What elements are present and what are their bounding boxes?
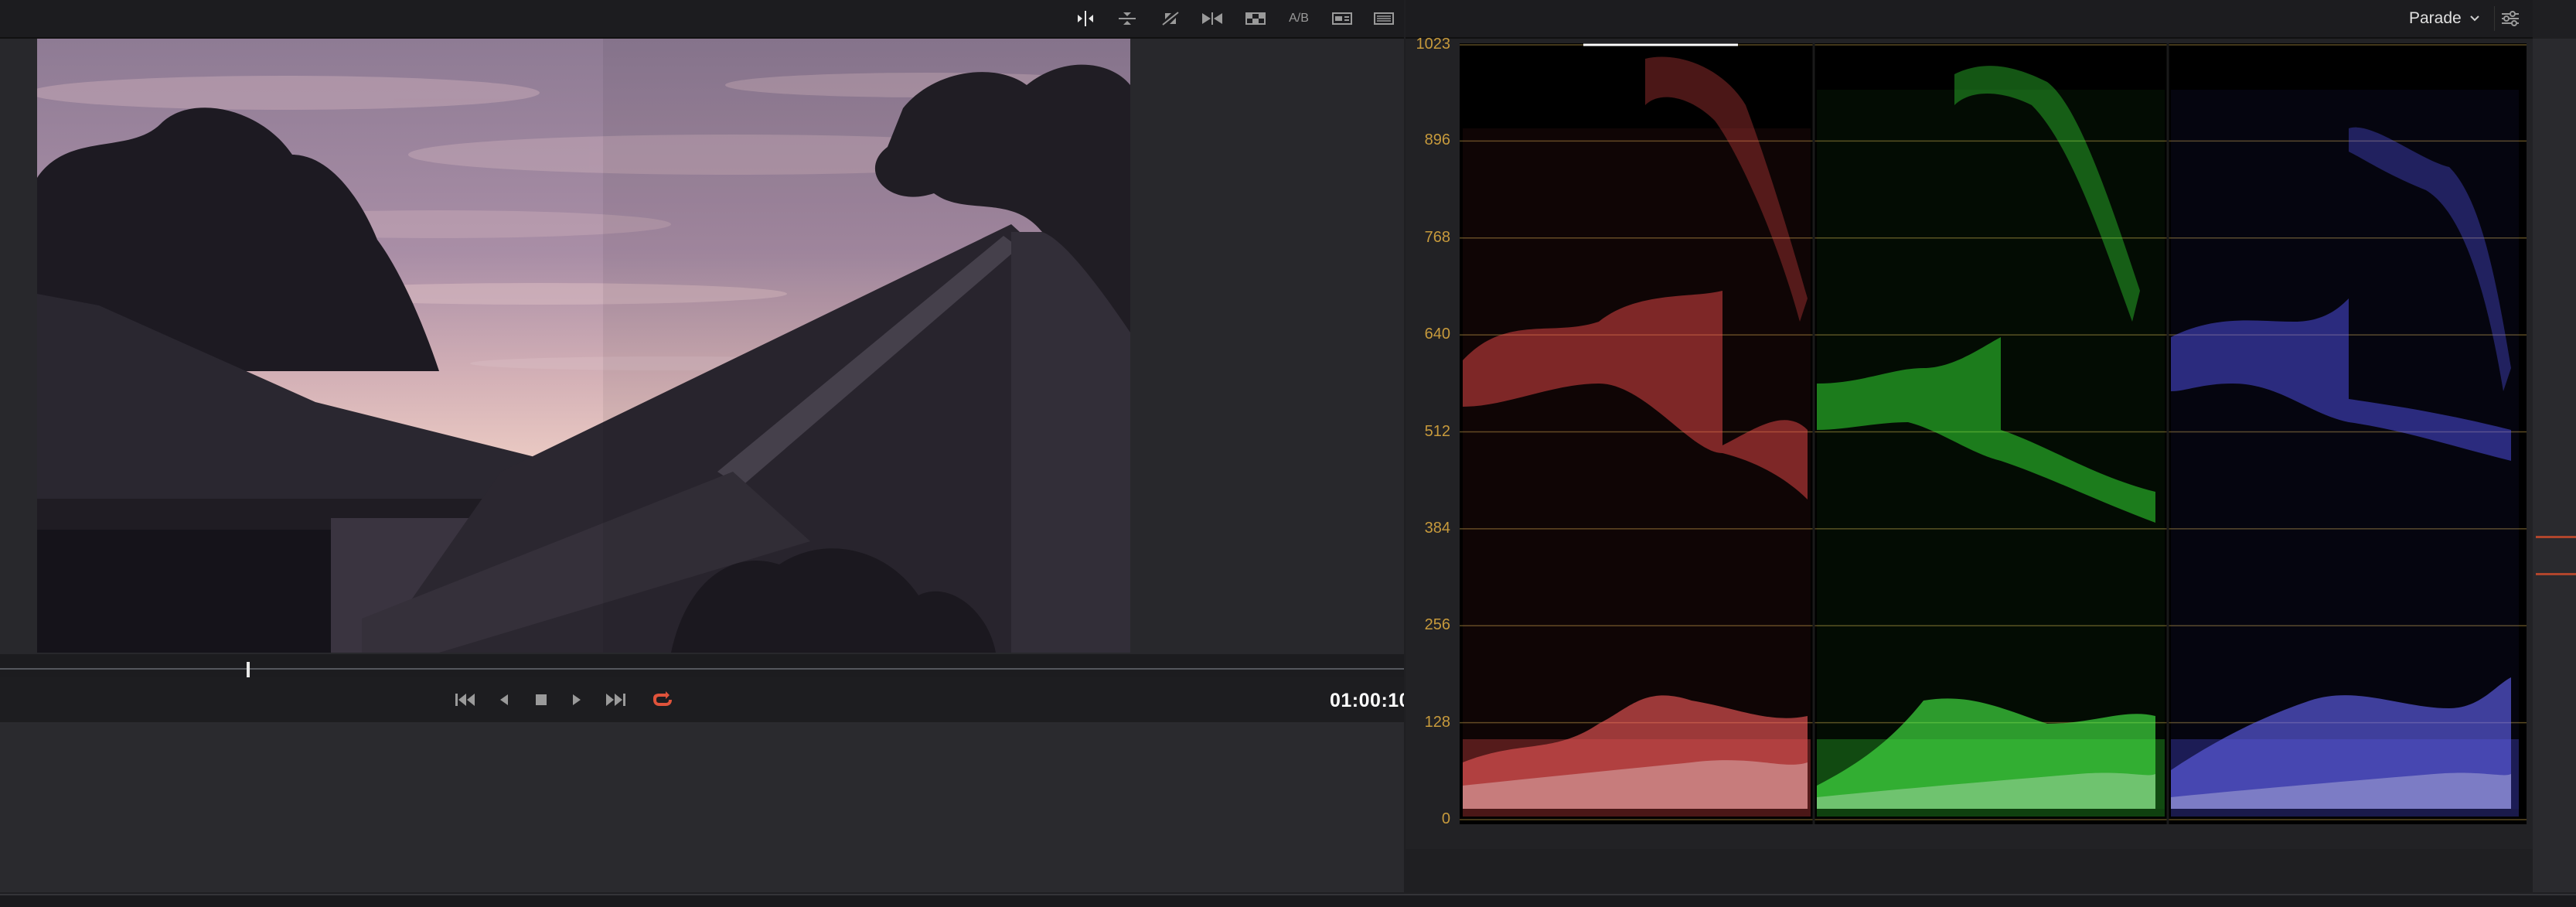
split-wipe-icon[interactable] [1070,8,1101,29]
mirror-wipe-icon[interactable] [1155,8,1186,29]
scrubber-track[interactable] [0,668,1404,670]
scrubber-bar[interactable] [0,654,1404,677]
checker-icon[interactable] [1240,8,1271,29]
dual-view-icon[interactable] [1327,8,1358,29]
bottom-strip [0,894,2576,907]
ab-icon[interactable]: A/B [1283,8,1314,29]
viewer-toolbar: A/B [0,0,1404,39]
green-channel-trace [1817,66,2165,817]
scale-label: 640 [1424,326,1450,343]
ab-label: A/B [1289,12,1309,25]
loop-icon [653,691,672,706]
first-frame-button[interactable] [451,688,479,711]
scope-mode-dropdown[interactable]: Parade [2409,8,2480,29]
display-options-icon[interactable] [1368,8,1399,29]
loop-button[interactable] [646,688,674,711]
last-frame-button[interactable] [601,688,629,711]
scope-header: Parade [1406,0,2533,39]
timecode: 01:00:10: [1330,690,1404,711]
stop-icon [536,694,547,705]
scale-label: 128 [1424,713,1450,731]
edge-marker [2536,573,2576,575]
last-frame-icon [606,694,625,706]
parade-scope [1460,43,2527,824]
parade-graph [1460,43,2527,824]
vertical-split-icon[interactable] [1112,8,1143,29]
play-button[interactable] [563,688,591,711]
playhead[interactable] [247,662,250,677]
first-frame-icon [455,694,475,706]
lower-panel [0,724,1404,892]
chevron-down-icon [2470,15,2479,22]
right-panel-edge [2533,39,2576,892]
red-channel-trace [1463,56,1811,817]
stop-button[interactable] [527,688,555,711]
scope-settings-button[interactable] [2494,6,2526,31]
blue-channel-trace [2171,90,2519,817]
viewer-image[interactable] [37,39,1130,653]
scale-label: 0 [1441,810,1450,827]
scale-label: 768 [1424,228,1450,246]
scale-label: 256 [1424,616,1450,634]
scale-label: 896 [1424,131,1450,149]
scale-label: 384 [1424,519,1450,537]
scale-label: 1023 [1416,36,1451,53]
scope-mode-label: Parade [2409,9,2462,27]
reverse-play-icon [500,694,508,705]
transport-controls: 01:00:10: [0,677,1404,724]
edge-marker [2536,536,2576,538]
side-by-side-icon[interactable] [1197,8,1228,29]
scale-label: 512 [1424,422,1450,440]
settings-sliders-icon [2502,11,2519,26]
reverse-play-button[interactable] [490,688,518,711]
play-icon [573,694,581,705]
